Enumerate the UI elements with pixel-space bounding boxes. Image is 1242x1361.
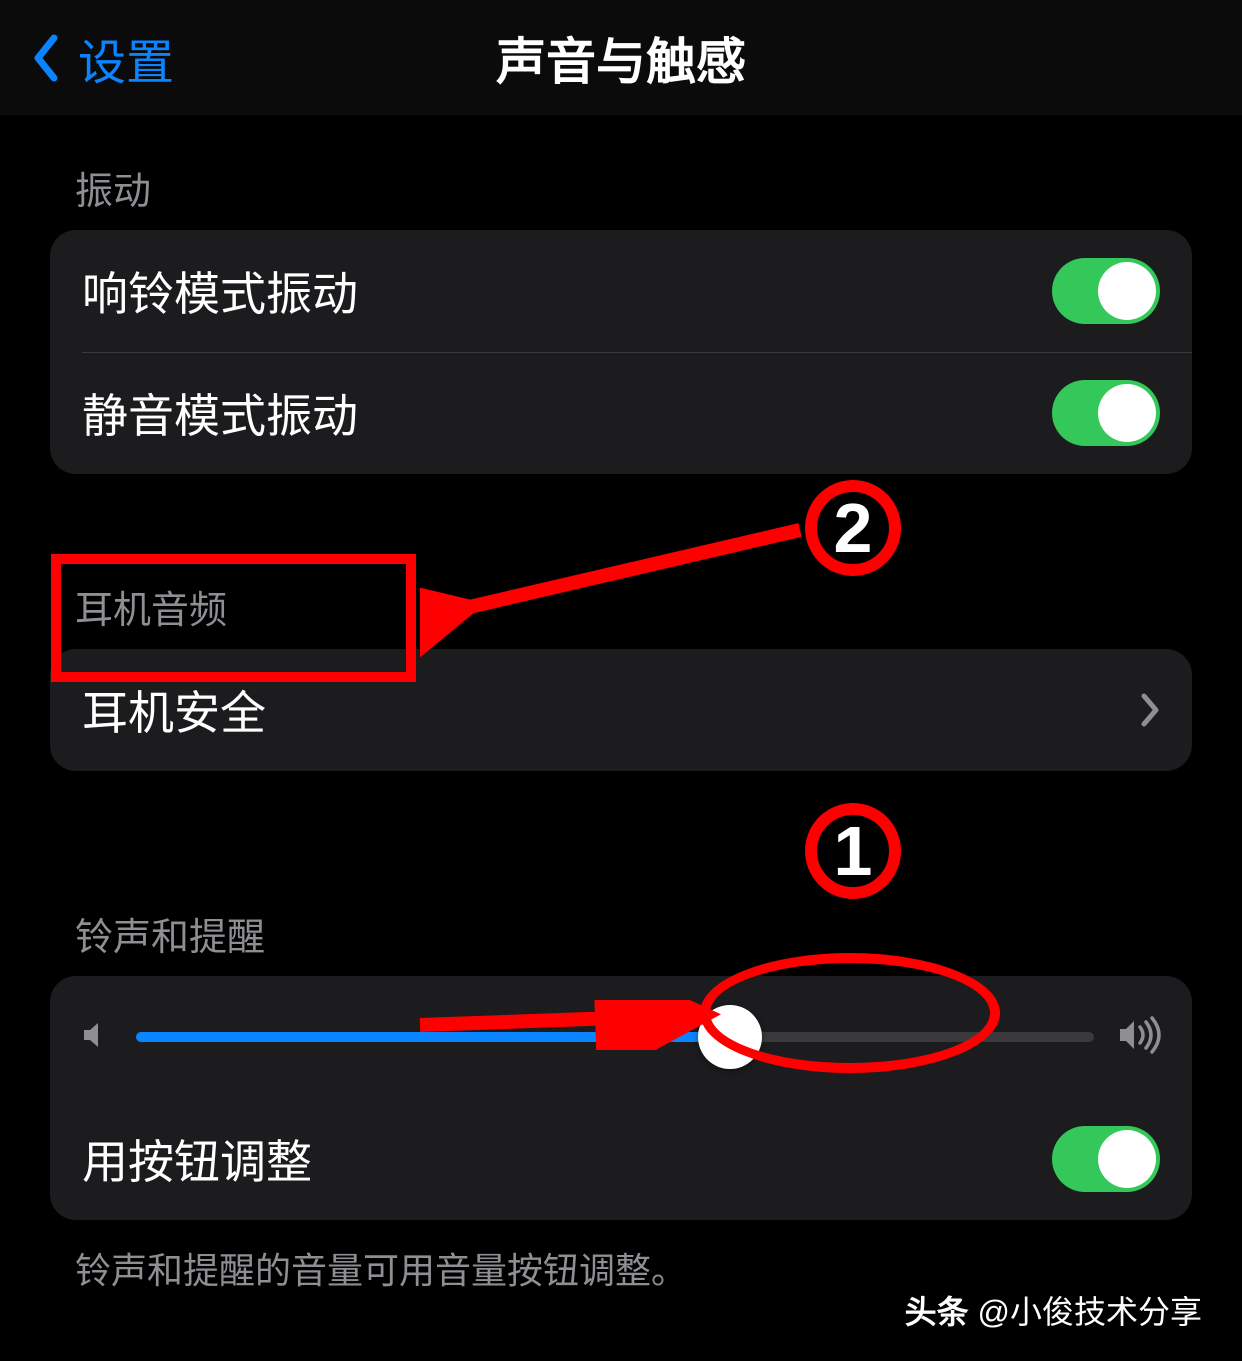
content: 振动 响铃模式振动 静音模式振动 耳机音频 耳机安全 铃声和提醒 (0, 115, 1242, 1294)
section-header-ringer: 铃声和提醒 (50, 861, 1192, 976)
watermark-user: @小俊技术分享 (978, 1294, 1203, 1330)
section-header-headphone: 耳机音频 (50, 534, 1192, 649)
chevron-left-icon (30, 34, 58, 82)
switch-change-with-buttons[interactable] (1052, 1126, 1160, 1192)
nav-bar: 设置 声音与触感 (0, 0, 1242, 115)
switch-silent-vibrate[interactable] (1052, 380, 1160, 446)
row-label: 响铃模式振动 (82, 258, 1052, 324)
row-change-with-buttons[interactable]: 用按钮调整 (50, 1098, 1192, 1220)
switch-ring-vibrate[interactable] (1052, 258, 1160, 324)
volume-low-icon (78, 1017, 114, 1058)
slider-thumb[interactable] (698, 1005, 762, 1069)
group-headphone: 耳机安全 (50, 649, 1192, 771)
volume-slider[interactable] (136, 1032, 1094, 1042)
row-label: 静音模式振动 (82, 380, 1052, 446)
row-label: 用按钮调整 (82, 1126, 1052, 1192)
row-headphone-safety[interactable]: 耳机安全 (50, 649, 1192, 771)
section-footer-ringer: 铃声和提醒的音量可用音量按钮调整。 (50, 1220, 1192, 1294)
chevron-right-icon (1140, 693, 1160, 727)
section-header-vibration: 振动 (50, 115, 1192, 230)
watermark-brand: 头条 (905, 1294, 969, 1330)
volume-high-icon (1116, 1015, 1164, 1060)
row-volume-slider (50, 976, 1192, 1098)
row-label: 耳机安全 (82, 677, 1140, 743)
row-silent-vibrate[interactable]: 静音模式振动 (50, 352, 1192, 474)
back-button[interactable]: 设置 (30, 0, 174, 115)
back-label: 设置 (78, 23, 174, 93)
group-vibration: 响铃模式振动 静音模式振动 (50, 230, 1192, 474)
page-title: 声音与触感 (0, 22, 1242, 94)
group-ringer: 用按钮调整 (50, 976, 1192, 1220)
row-ring-vibrate[interactable]: 响铃模式振动 (50, 230, 1192, 352)
